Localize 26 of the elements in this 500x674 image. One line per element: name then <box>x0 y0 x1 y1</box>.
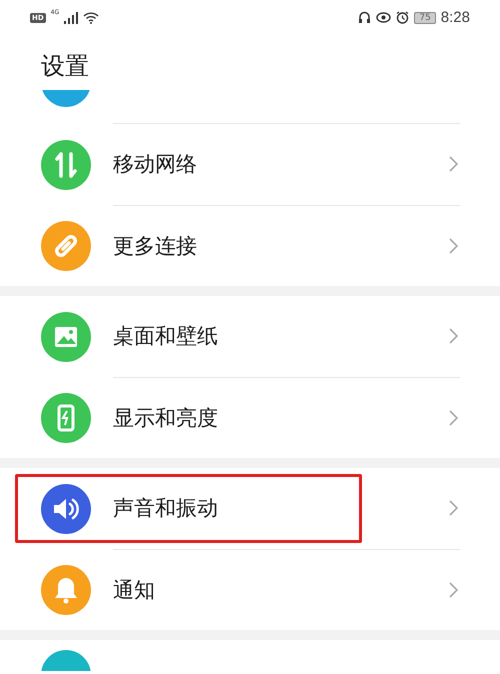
item-label: 声音和振动 <box>113 495 219 522</box>
settings-item[interactable]: 移动网络 <box>0 124 500 205</box>
chevron-icon <box>448 500 458 516</box>
item-label: 桌面和壁纸 <box>113 323 219 350</box>
chevron-icon <box>448 410 458 426</box>
settings-item[interactable]: 显示和亮度 <box>0 377 500 458</box>
settings-item[interactable]: 桌面和壁纸 <box>0 296 500 377</box>
item-label: 通知 <box>113 576 156 604</box>
battery-icon: 75 <box>414 12 436 24</box>
item-label: 更多连接 <box>113 232 198 260</box>
item-label: 显示和亮度 <box>113 404 219 432</box>
settings-item[interactable]: 通知 <box>0 549 500 630</box>
chevron-icon <box>448 238 458 254</box>
clock-time: 8:28 <box>440 9 470 26</box>
settings-item[interactable]: 声音和振动 <box>0 468 500 549</box>
headphones-icon <box>358 11 372 24</box>
chevron-icon <box>448 328 458 344</box>
chevron-icon <box>448 156 458 172</box>
eye-icon <box>376 12 392 23</box>
item-label: 移动网络 <box>113 151 198 178</box>
wifi-icon <box>83 12 100 24</box>
signal-icon <box>64 12 78 24</box>
page-title: 设置 <box>41 52 89 80</box>
settings-item[interactable]: 更多连接 <box>0 205 500 286</box>
alarm-icon <box>396 11 410 24</box>
chevron-icon <box>448 582 458 598</box>
